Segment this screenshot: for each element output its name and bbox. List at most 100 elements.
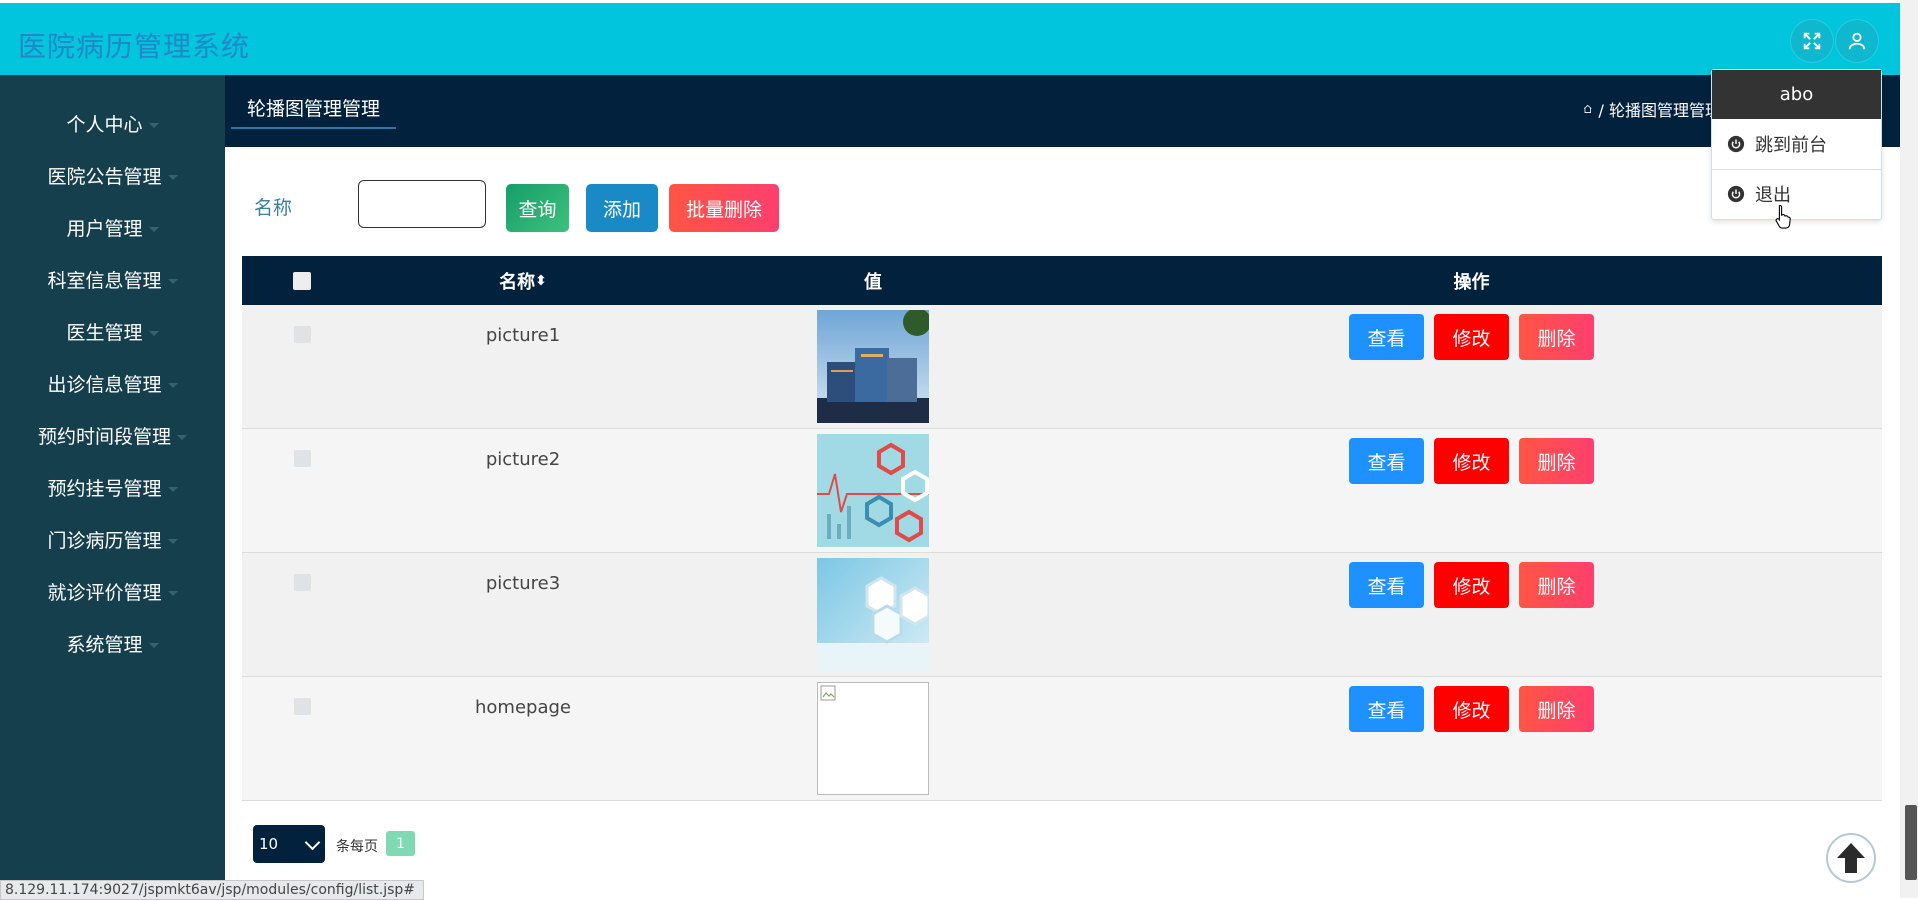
chevron-down-icon: [167, 486, 178, 492]
sidebar-item-label: 用户管理: [66, 217, 143, 240]
sidebar-item-appointments[interactable]: 预约挂号管理: [0, 467, 225, 507]
per-page-label: 条每页: [336, 839, 378, 855]
column-header-actions: 操作: [1453, 271, 1490, 293]
row-name: picture3: [485, 573, 561, 594]
power-icon: [1727, 185, 1745, 203]
delete-button[interactable]: 删除: [1519, 314, 1594, 360]
edit-button[interactable]: 修改: [1434, 686, 1509, 732]
page-size-select[interactable]: 10: [253, 825, 325, 863]
row-checkbox[interactable]: [294, 698, 311, 715]
menu-item-label: 跳到前台: [1755, 135, 1827, 156]
app-title: 医院病历管理系统: [18, 30, 251, 63]
sidebar-item-label: 预约时间段管理: [37, 425, 171, 448]
hospital-building-image: [817, 310, 929, 423]
select-all-checkbox[interactable]: [293, 272, 311, 290]
row-checkbox[interactable]: [294, 450, 311, 467]
sidebar-item-label: 预约挂号管理: [47, 477, 162, 500]
search-name-input[interactable]: [358, 180, 486, 228]
sidebar-item-departments[interactable]: 科室信息管理: [0, 259, 225, 299]
page-number-button[interactable]: 1: [386, 831, 415, 856]
row-name: homepage: [475, 697, 571, 718]
query-button[interactable]: 查询: [506, 184, 569, 232]
search-name-label: 名称: [254, 197, 293, 219]
chevron-down-icon: [167, 278, 178, 284]
hand-cursor-icon: [1775, 204, 1791, 229]
sidebar-item-label: 科室信息管理: [47, 269, 162, 292]
edit-button[interactable]: 修改: [1434, 562, 1509, 608]
view-button[interactable]: 查看: [1349, 562, 1424, 608]
row-actions: 查看 修改 删除: [1349, 562, 1594, 608]
edit-button[interactable]: 修改: [1434, 314, 1509, 360]
back-to-top-button[interactable]: [1826, 833, 1876, 883]
chevron-down-icon: [304, 834, 321, 851]
view-button[interactable]: 查看: [1349, 438, 1424, 484]
row-actions: 查看 修改 删除: [1349, 686, 1594, 732]
table-row: picture3 查看 修改 删除: [242, 553, 1882, 677]
view-button[interactable]: 查看: [1349, 686, 1424, 732]
sidebar-item-label: 系统管理: [66, 633, 143, 656]
sidebar-item-announcements[interactable]: 医院公告管理: [0, 155, 225, 195]
table-row: picture1 查看 修改 删除: [242, 305, 1882, 429]
column-header-value: 值: [864, 271, 882, 293]
blue-hexagon-image: [817, 558, 929, 671]
chevron-down-icon: [167, 590, 178, 596]
user-dropdown-menu: abo 跳到前台 退出: [1711, 69, 1882, 220]
sidebar-item-label: 就诊评价管理: [47, 581, 162, 604]
tab-carousel-management[interactable]: 轮播图管理管理: [231, 87, 397, 129]
sidebar-item-system[interactable]: 系统管理: [0, 623, 225, 663]
chevron-down-icon: [148, 122, 159, 128]
broken-image: [817, 682, 929, 795]
row-checkbox[interactable]: [294, 326, 311, 343]
menu-item-go-frontend[interactable]: 跳到前台: [1712, 119, 1881, 169]
content-nav-bar: 轮播图管理管理 / 轮播图管理管理: [225, 75, 1900, 147]
row-actions: 查看 修改 删除: [1349, 438, 1594, 484]
menu-item-logout[interactable]: 退出: [1712, 169, 1881, 219]
chevron-down-icon: [148, 642, 159, 648]
delete-button[interactable]: 删除: [1519, 562, 1594, 608]
add-button[interactable]: 添加: [586, 184, 658, 232]
sidebar-item-time-slots[interactable]: 预约时间段管理: [0, 415, 225, 455]
scrollbar-thumb[interactable]: [1905, 805, 1917, 880]
breadcrumb-text: / 轮播图管理管理: [1598, 101, 1721, 120]
sidebar: 个人中心 医院公告管理 用户管理 科室信息管理 医生管理 出诊信息管理 预约时间…: [0, 75, 225, 898]
chevron-down-icon: [148, 330, 159, 336]
dropdown-username: abo: [1712, 70, 1881, 119]
delete-button[interactable]: 删除: [1519, 438, 1594, 484]
arrow-up-icon: [1837, 843, 1865, 873]
expand-icon: [1803, 32, 1821, 50]
home-icon[interactable]: [1583, 100, 1593, 118]
sidebar-item-users[interactable]: 用户管理: [0, 207, 225, 247]
row-checkbox[interactable]: [294, 574, 311, 591]
breadcrumb: / 轮播图管理管理: [1583, 97, 1721, 121]
top-header: 医院病历管理系统: [0, 3, 1900, 75]
chevron-down-icon: [148, 226, 159, 232]
power-icon: [1727, 135, 1745, 153]
row-name: picture1: [485, 325, 561, 346]
medical-hexagon-image: [817, 434, 929, 547]
table-row: homepage 查看 修改 删除: [242, 677, 1882, 801]
sidebar-item-label: 个人中心: [66, 113, 143, 136]
delete-button[interactable]: 删除: [1519, 686, 1594, 732]
chevron-down-icon: [167, 174, 178, 180]
chevron-down-icon: [177, 434, 187, 440]
sidebar-item-label: 医院公告管理: [47, 165, 162, 188]
view-button[interactable]: 查看: [1349, 314, 1424, 360]
sidebar-item-medical-records[interactable]: 门诊病历管理: [0, 519, 225, 559]
sidebar-item-personal-center[interactable]: 个人中心: [0, 103, 225, 143]
sort-icon: ⬍: [535, 272, 547, 289]
sidebar-item-label: 医生管理: [66, 321, 143, 344]
sidebar-item-doctors[interactable]: 医生管理: [0, 311, 225, 351]
fullscreen-button[interactable]: [1791, 20, 1833, 62]
column-header-name[interactable]: 名称 ⬍: [442, 256, 604, 305]
sidebar-item-reviews[interactable]: 就诊评价管理: [0, 571, 225, 611]
row-name: picture2: [485, 449, 561, 470]
edit-button[interactable]: 修改: [1434, 438, 1509, 484]
row-actions: 查看 修改 删除: [1349, 314, 1594, 360]
sidebar-item-clinic-info[interactable]: 出诊信息管理: [0, 363, 225, 403]
chevron-down-icon: [167, 538, 178, 544]
page-scrollbar[interactable]: [1900, 0, 1918, 898]
user-icon: [1848, 32, 1866, 50]
sidebar-item-label: 出诊信息管理: [47, 373, 162, 396]
user-menu-button[interactable]: [1836, 20, 1878, 62]
batch-delete-button[interactable]: 批量删除: [669, 184, 779, 232]
